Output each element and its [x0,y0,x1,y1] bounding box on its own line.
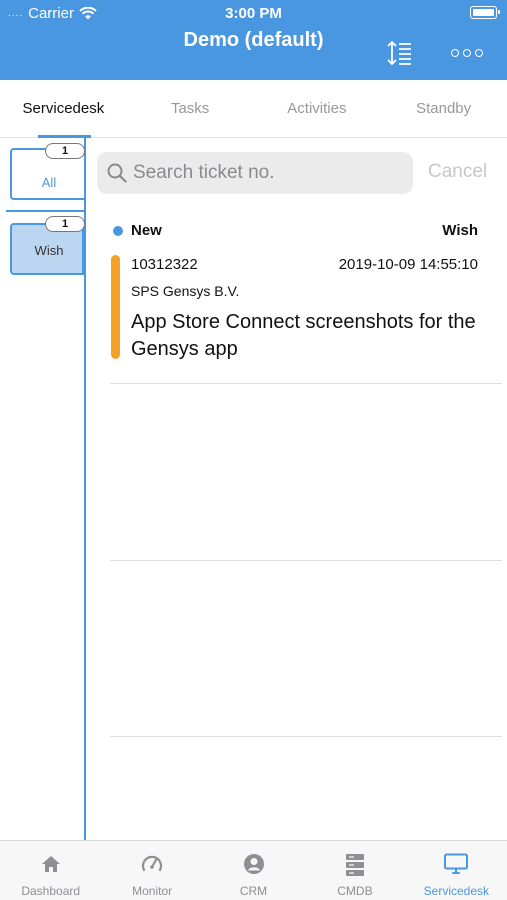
tabbar-label: CRM [239,884,268,898]
ellipsis-icon[interactable] [450,43,484,63]
navigation-bar: .... Carrier 3:00 PM Demo (default) [0,0,507,80]
dot [475,49,483,57]
ticket-number: 10312322 [131,256,198,273]
tab-standby[interactable]: Standby [380,80,507,137]
tabbar-item-dashboard[interactable]: Dashboard [0,841,101,900]
tabbar-label: CMDB [337,884,373,898]
server-stack-icon [345,854,364,876]
tabbar-item-monitor[interactable]: Monitor [101,841,202,900]
tabbar-item-crm[interactable]: CRM [203,841,304,900]
page-title: Demo (default) [183,29,324,51]
count-badge: 1 [45,216,85,232]
priority-indicator [111,255,120,359]
filter-label: All [41,175,57,190]
dot [463,49,471,57]
ticket-row[interactable]: New Wish 10312322 2019-10-09 14:55:10 SP… [110,210,502,384]
tab-tasks[interactable]: Tasks [127,80,254,137]
tabbar-label: Servicedesk [423,884,490,898]
dot [451,49,459,57]
home-icon [41,856,60,872]
filter-all[interactable]: 1 All [10,143,85,200]
tabbar-item-cmdb[interactable]: CMDB [304,841,405,900]
status-dot [113,226,123,236]
row-separator [110,560,502,561]
ticket-subject: App Store Connect screenshots for the Ge… [131,311,476,360]
speedometer-icon [142,855,163,872]
status-bar: .... Carrier 3:00 PM [0,0,507,26]
search-bar[interactable] [97,152,413,194]
tab-servicedesk[interactable]: Servicedesk [0,80,127,137]
filter-label: Wish [34,243,64,258]
search-input[interactable] [133,152,403,194]
ticket-status: New [131,222,162,239]
bottom-tab-bar: Dashboard Monitor CRM CMDB Servicedesk [0,840,507,900]
search-icon [107,163,127,183]
tabbar-item-servicedesk[interactable]: Servicedesk [406,841,507,900]
tab-activities[interactable]: Activities [254,80,381,137]
sort-lines-icon[interactable] [385,38,415,68]
status-time: 3:00 PM [225,5,282,22]
ticket-type: Wish [442,222,478,239]
user-circle-icon [243,854,264,874]
tabbar-label: Monitor [132,884,173,898]
filter-separator [6,210,85,212]
ticket-company: SPS Gensys B.V. [131,283,240,299]
ticket-datetime: 2019-10-09 14:55:10 [338,256,478,273]
count-badge: 1 [45,143,85,159]
battery-icon [470,6,500,19]
section-tabs: Servicedesk Tasks Activities Standby [0,80,507,138]
row-separator [110,736,502,737]
tabbar-label: Dashboard [21,884,81,898]
filter-wish[interactable]: 1 Wish [10,216,85,275]
monitor-icon [444,853,469,874]
cancel-button[interactable]: Cancel [428,161,487,183]
